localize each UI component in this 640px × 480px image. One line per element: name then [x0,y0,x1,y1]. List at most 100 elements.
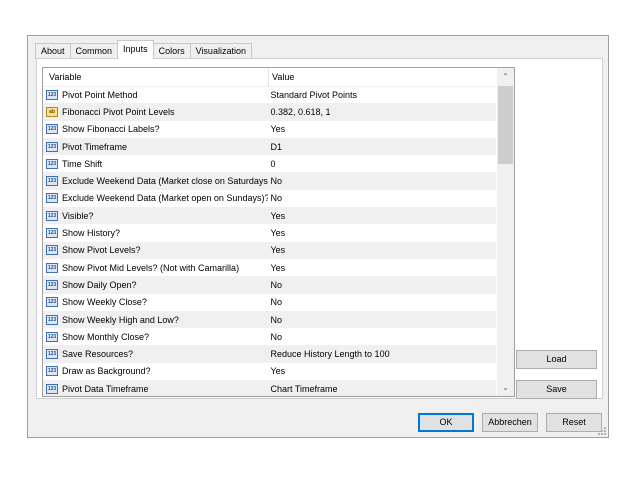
numeric-type-icon: 123 [46,349,58,360]
chevron-down-icon[interactable]: ⌄ [497,379,514,396]
inputs-panel: Variable Value 123 Pivot Point Method Stan… [36,58,603,399]
resize-grip-icon[interactable] [598,427,606,435]
numeric-type-icon: 123 [46,331,58,342]
tab-inputs[interactable]: Inputs [117,40,154,59]
numeric-type-icon: 123 [46,228,58,239]
variable-cell: 123 Pivot Point Method [43,89,268,100]
numeric-type-icon: 123 [46,141,58,152]
variable-cell: 123 Exclude Weekend Data (Market close on… [43,176,268,187]
table-row[interactable]: 123 Save Resources? Reduce History Length … [43,345,497,363]
variable-label: Show Daily Open? [62,279,137,290]
table-row[interactable]: 123 Time Shift 0 [43,155,496,172]
numeric-type-icon: 123 [46,245,58,256]
value-cell[interactable]: Chart Timeframe [268,384,497,394]
value-cell[interactable]: Yes [268,211,497,221]
table-row[interactable]: 123 Pivot Point Method Standard Pivot Poin… [43,86,496,103]
table-row[interactable]: 123 Pivot Timeframe D1 [43,137,497,156]
variable-cell: 123 Draw as Background? [43,366,268,377]
table-row[interactable]: 123 Exclude Weekend Data (Market open on … [43,190,496,207]
value-cell[interactable]: 0 [268,159,497,169]
scrollbar-thumb[interactable] [498,86,513,164]
value-cell[interactable]: No [268,297,497,307]
numeric-type-icon: 123 [46,158,58,169]
numeric-type-icon: 123 [46,89,58,100]
variable-label: Draw as Background? [62,366,151,377]
value-cell[interactable]: Yes [268,263,497,273]
grid-rows: 123 Pivot Point Method Standard Pivot Poin… [43,86,497,396]
value-cell[interactable]: No [268,315,497,325]
value-cell[interactable]: No [268,280,497,290]
variable-cell: 123 Pivot Data Timeframe [43,383,268,394]
table-row[interactable]: 123 Show Weekly Close? No [43,294,496,311]
vertical-scrollbar[interactable]: ⌃ ⌄ [497,68,514,396]
cancel-button[interactable]: Abbrechen [482,413,538,432]
table-row[interactable]: 123 Exclude Weekend Data (Market close on… [43,172,497,190]
value-cell[interactable]: D1 [268,142,497,152]
numeric-type-icon: 123 [46,383,58,394]
numeric-type-icon: 123 [46,314,58,325]
indicator-properties-dialog: About Common Inputs Colors Visualization… [27,35,609,438]
variable-label: Pivot Timeframe [62,141,128,152]
numeric-type-icon: 123 [46,279,58,290]
tab-common[interactable]: Common [69,43,119,59]
variable-label: Visible? [62,210,94,221]
tab-colors[interactable]: Colors [152,43,191,59]
numeric-type-icon: 123 [46,124,58,135]
reset-button[interactable]: Reset [546,413,602,432]
value-cell[interactable]: No [268,193,497,203]
value-cell[interactable]: 0.382, 0.618, 1 [268,107,497,117]
variable-cell: 123 Visible? [43,210,268,221]
tab-about[interactable]: About [35,43,71,59]
variable-cell: 123 Exclude Weekend Data (Market open on … [43,193,268,204]
table-row[interactable]: 123 Show Pivot Levels? Yes [43,241,497,259]
variable-label: Exclude Weekend Data (Market close on Sa… [62,176,268,187]
numeric-type-icon: 123 [46,297,58,308]
chevron-up-icon[interactable]: ⌃ [497,68,514,85]
value-cell[interactable]: No [268,332,497,342]
table-row[interactable]: 123 Show Monthly Close? No [43,328,496,345]
table-row[interactable]: 123 Show Fibonacci Labels? Yes [43,121,496,138]
variable-label: Show History? [62,228,121,239]
value-cell[interactable]: No [268,176,497,186]
numeric-type-icon: 123 [46,210,58,221]
variable-cell: 123 Save Resources? [43,349,268,360]
inputs-grid: Variable Value 123 Pivot Point Method Stan… [42,67,515,397]
value-cell[interactable]: Yes [268,245,497,255]
variable-cell: 123 Show Fibonacci Labels? [43,124,268,135]
variable-label: Pivot Data Timeframe [62,383,149,394]
table-row[interactable]: 123 Show Weekly High and Low? No [43,310,497,329]
numeric-type-icon: 123 [46,193,58,204]
column-header-value[interactable]: Value [269,68,496,86]
variable-label: Show Pivot Levels? [62,245,141,256]
value-cell[interactable]: Reduce History Length to 100 [268,349,497,359]
value-cell[interactable]: Yes [268,124,497,134]
table-row[interactable]: 123 Show History? Yes [43,224,496,241]
variable-cell: 123 Show Weekly High and Low? [43,314,268,325]
load-button[interactable]: Load [516,350,597,369]
table-row[interactable]: 123 Pivot Data Timeframe Chart Timeframe [43,380,497,396]
variable-label: Show Fibonacci Labels? [62,124,160,135]
variable-cell: 123 Time Shift [43,158,268,169]
variable-cell: 123 Show Pivot Levels? [43,245,268,256]
table-row[interactable]: ab Fibonacci Pivot Point Levels 0.382, 0.6… [43,103,497,121]
save-button[interactable]: Save [516,380,597,399]
numeric-type-icon: 123 [46,176,58,187]
numeric-type-icon: 123 [46,262,58,273]
column-header-variable[interactable]: Variable [43,68,269,86]
table-row[interactable]: 123 Draw as Background? Yes [43,363,496,380]
table-row[interactable]: 123 Show Daily Open? No [43,276,497,294]
variable-label: Show Monthly Close? [62,331,150,342]
table-row[interactable]: 123 Show Pivot Mid Levels? (Not with Cama… [43,259,496,276]
value-cell[interactable]: Yes [268,228,497,238]
variable-cell: 123 Show Weekly Close? [43,297,268,308]
variable-cell: 123 Show History? [43,228,268,239]
tab-visualization[interactable]: Visualization [189,43,252,59]
variable-label: Show Pivot Mid Levels? (Not with Camaril… [62,262,240,273]
value-cell[interactable]: Standard Pivot Points [268,90,497,100]
grid-header: Variable Value [43,68,496,87]
variable-cell: 123 Show Monthly Close? [43,331,268,342]
table-row[interactable]: 123 Visible? Yes [43,207,497,225]
ok-button[interactable]: OK [418,413,474,432]
tab-bar: About Common Inputs Colors Visualization [35,40,252,59]
value-cell[interactable]: Yes [268,366,497,376]
